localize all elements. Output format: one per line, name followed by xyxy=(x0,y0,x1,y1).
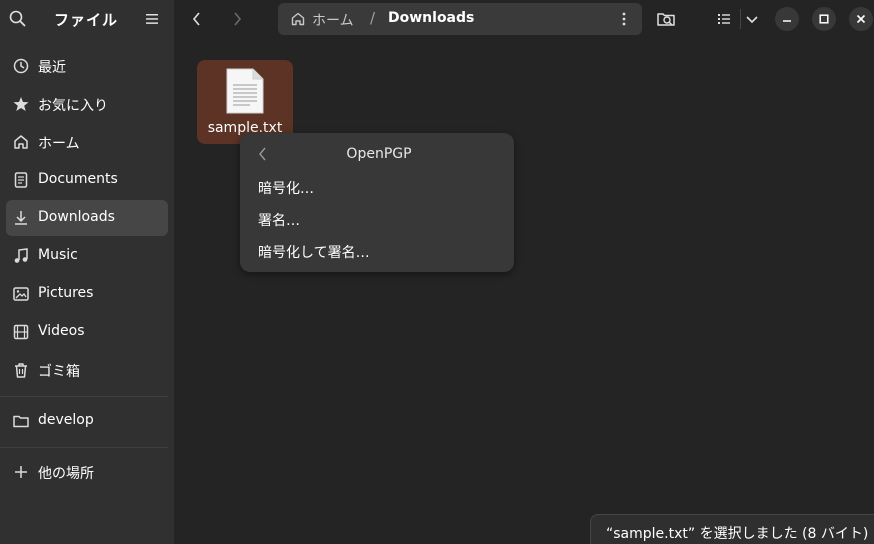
sidebar-item-downloads[interactable]: Downloads xyxy=(6,200,168,236)
sidebar-item-label: 他の場所 xyxy=(38,466,94,482)
sidebar-item-pictures[interactable]: Pictures xyxy=(6,276,168,312)
file-item[interactable]: sample.txt xyxy=(197,60,293,144)
sidebar-item-label: Music xyxy=(38,247,78,263)
picture-icon xyxy=(13,287,29,301)
sidebar-item-label: Documents xyxy=(38,171,118,187)
sidebar-item-label: Downloads xyxy=(38,209,115,225)
sidebar-item-starred[interactable]: お気に入り xyxy=(6,86,168,122)
menu-item-encrypt-and-sign[interactable]: 暗号化して署名… xyxy=(258,242,370,262)
sidebar-item-recent[interactable]: 最近 xyxy=(6,48,168,84)
sidebar: ファイル 最近 お気に入り ホーム Documents Downloads Mu… xyxy=(0,0,174,544)
video-icon xyxy=(13,324,29,340)
hamburger-menu-icon[interactable] xyxy=(142,9,162,29)
search-folder-icon[interactable] xyxy=(655,8,677,30)
menu-item-sign[interactable]: 署名… xyxy=(258,210,300,230)
openpgp-submenu: OpenPGP 暗号化… 署名… 暗号化して署名… xyxy=(240,133,514,272)
maximize-button[interactable] xyxy=(812,7,836,31)
close-button[interactable] xyxy=(849,7,873,31)
path-segment-home[interactable]: ホーム xyxy=(312,10,354,30)
path-segment-current[interactable]: Downloads xyxy=(388,10,474,26)
music-icon xyxy=(14,248,28,263)
plus-icon xyxy=(15,466,27,478)
back-arrow-icon[interactable] xyxy=(186,8,208,30)
sidebar-divider xyxy=(0,396,168,397)
more-options-icon[interactable] xyxy=(616,11,632,27)
text-file-icon xyxy=(226,68,264,114)
sidebar-item-documents[interactable]: Documents xyxy=(6,162,168,198)
sidebar-divider xyxy=(0,447,168,448)
sidebar-header: ファイル xyxy=(0,0,174,38)
sidebar-item-label: お気に入り xyxy=(38,98,108,114)
minimize-button[interactable] xyxy=(775,7,799,31)
download-icon xyxy=(15,211,27,225)
sidebar-item-trash[interactable]: ゴミ箱 xyxy=(6,352,168,388)
menu-item-encrypt[interactable]: 暗号化… xyxy=(258,178,314,198)
status-text: “sample.txt” を選択しました (8 バイト) xyxy=(606,526,869,542)
path-bar: ホーム / Downloads xyxy=(278,3,642,35)
path-separator: / xyxy=(370,9,376,27)
submenu-title: OpenPGP xyxy=(346,146,412,162)
folder-icon xyxy=(13,415,29,428)
search-icon[interactable] xyxy=(8,9,28,29)
home-icon xyxy=(291,12,305,26)
sidebar-item-label: Pictures xyxy=(38,285,94,301)
document-icon xyxy=(14,172,28,188)
sidebar-item-label: ゴミ箱 xyxy=(38,364,80,380)
app-title: ファイル xyxy=(54,11,119,29)
sidebar-item-label: ホーム xyxy=(38,136,80,152)
sidebar-item-label: 最近 xyxy=(38,60,66,76)
minimize-icon xyxy=(783,20,791,22)
sidebar-item-videos[interactable]: Videos xyxy=(6,314,168,350)
sidebar-item-label: Videos xyxy=(38,323,85,339)
trash-icon xyxy=(15,363,27,378)
sidebar-item-other-locations[interactable]: 他の場所 xyxy=(6,454,168,490)
star-icon xyxy=(13,97,29,111)
list-view-icon[interactable] xyxy=(713,8,735,30)
chevron-down-icon[interactable] xyxy=(741,8,763,30)
sidebar-item-develop[interactable]: develop xyxy=(6,403,168,439)
forward-arrow-icon[interactable] xyxy=(226,8,248,30)
clock-icon xyxy=(13,58,29,74)
sidebar-item-label: develop xyxy=(38,412,94,428)
sidebar-item-home[interactable]: ホーム xyxy=(6,124,168,160)
close-icon xyxy=(856,14,866,24)
status-overlay: “sample.txt” を選択しました (8 バイト) xyxy=(590,514,874,544)
home-icon xyxy=(14,135,28,149)
maximize-icon xyxy=(819,14,829,24)
sidebar-item-music[interactable]: Music xyxy=(6,238,168,274)
